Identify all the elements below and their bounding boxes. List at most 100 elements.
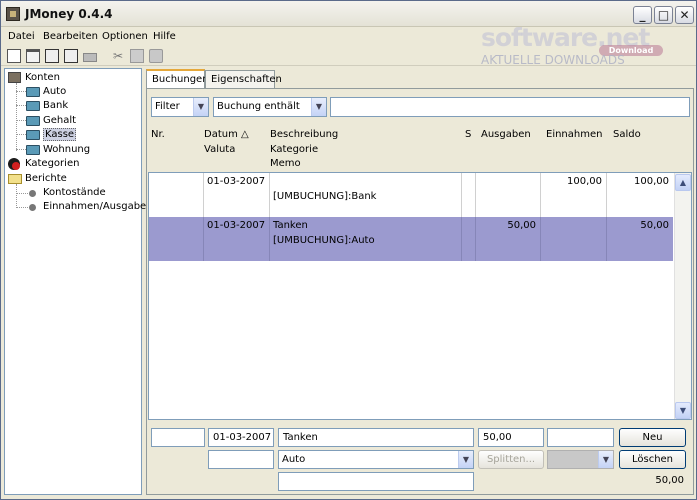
edit-nr-field[interactable]	[151, 428, 205, 447]
account-tree[interactable]: Konten Auto Bank Gehalt Kasse Wohnung Ka…	[4, 68, 153, 495]
column-label-valuta: Valuta	[204, 143, 236, 155]
account-icon	[26, 87, 40, 97]
cell-nr	[149, 217, 204, 261]
table-row[interactable]: 01-03-2007 [UMBUCHUNG]:Bank 100,00 100,0…	[149, 173, 673, 217]
cell-beschreibung: [UMBUCHUNG]:Bank	[270, 173, 462, 217]
copy-icon[interactable]	[130, 49, 144, 63]
cell-datum: 01-03-2007	[204, 173, 270, 217]
filter-search-input[interactable]	[330, 97, 690, 117]
account-balance: 50,00	[655, 475, 684, 486]
save-as-icon[interactable]	[64, 49, 78, 63]
new-button[interactable]: Neu	[619, 428, 686, 447]
column-label-ausgaben: Ausgaben	[481, 129, 531, 140]
column-header-nr[interactable]: Nr.	[151, 128, 165, 143]
tree-connector	[16, 184, 17, 208]
report-bullet-icon	[29, 204, 36, 211]
account-icon	[26, 101, 40, 111]
column-label-beschreibung: Beschreibung	[270, 129, 339, 140]
table-row-selected[interactable]: 01-03-2007 Tanken [UMBUCHUNG]:Auto 50,00…	[149, 217, 673, 261]
cell-beschreibung: Tanken [UMBUCHUNG]:Auto	[270, 217, 462, 261]
new-file-icon[interactable]	[7, 49, 21, 63]
print-icon[interactable]	[83, 53, 97, 62]
tree-connector	[16, 83, 17, 151]
column-header-beschreibung[interactable]: Beschreibung Kategorie Memo	[270, 128, 338, 172]
cut-icon[interactable]: ✂	[111, 49, 125, 63]
column-label-kategorie: Kategorie	[270, 143, 319, 155]
close-button[interactable]: ✕	[675, 6, 694, 24]
cell-s	[462, 217, 476, 261]
cell-ausgaben: 50,00	[476, 217, 541, 261]
tree-connector	[16, 105, 26, 106]
column-label-s: S	[465, 129, 472, 140]
tree-connector	[16, 134, 26, 135]
menu-bearbeiten[interactable]: Bearbeiten	[43, 31, 98, 42]
cell-einnahmen: 100,00	[541, 173, 607, 217]
edit-valuta-field[interactable]	[208, 450, 274, 469]
filter-field-select[interactable]: Buchung enthält ▼	[213, 97, 327, 117]
chevron-down-icon[interactable]: ▼	[598, 451, 613, 468]
transaction-table[interactable]: 01-03-2007 [UMBUCHUNG]:Bank 100,00 100,0…	[148, 172, 692, 420]
edit-einnahmen-field[interactable]	[547, 428, 614, 447]
cell-einnahmen	[541, 217, 607, 261]
cell-datum: 01-03-2007	[204, 217, 270, 261]
edit-kategorie-select[interactable]: Auto ▼	[278, 450, 474, 469]
tree-connector	[16, 120, 26, 121]
edit-datum-field[interactable]: 01-03-2007	[208, 428, 274, 447]
split-button[interactable]: Splitten...	[478, 450, 544, 469]
chevron-down-icon[interactable]: ▼	[193, 98, 208, 116]
chevron-down-icon[interactable]: ▼	[458, 451, 473, 468]
menu-hilfe[interactable]: Hilfe	[153, 31, 176, 42]
cell-nr	[149, 173, 204, 217]
cell-saldo: 100,00	[634, 176, 669, 187]
title-bar[interactable]: JMoney 0.4.4 _ □ ✕	[1, 1, 696, 27]
chevron-down-icon[interactable]: ▼	[311, 98, 326, 116]
vertical-scrollbar[interactable]: ▲ ▼	[674, 173, 691, 419]
menu-datei[interactable]: Datei	[8, 31, 35, 42]
toolbar: ✂	[1, 46, 696, 66]
accounts-folder-icon	[8, 72, 21, 83]
scroll-up-icon[interactable]: ▲	[675, 174, 691, 191]
menu-bar: Datei Bearbeiten Optionen Hilfe	[1, 28, 696, 46]
open-folder-icon	[8, 174, 22, 184]
edit-memo-field[interactable]	[278, 472, 474, 491]
column-label-nr: Nr.	[151, 129, 165, 140]
paste-icon[interactable]	[149, 49, 163, 63]
tab-buchungen[interactable]: Buchungen	[146, 69, 209, 89]
delete-button[interactable]: Löschen	[619, 450, 686, 469]
report-bullet-icon	[29, 190, 36, 197]
column-header-datum[interactable]: Datum △ Valuta	[204, 128, 249, 157]
filter-select-value: Filter	[155, 101, 180, 112]
tree-connector	[16, 149, 26, 150]
tab-eigenschaften[interactable]: Eigenschaften	[205, 70, 282, 88]
cell-s	[462, 173, 476, 217]
column-label-saldo: Saldo	[613, 129, 641, 140]
account-icon	[26, 130, 40, 140]
window-title: JMoney 0.4.4	[25, 7, 113, 21]
minimize-button[interactable]: _	[633, 6, 652, 24]
column-label-datum: Datum △	[204, 129, 249, 140]
column-header-einnahmen[interactable]: Einnahmen	[546, 128, 602, 143]
column-label-memo: Memo	[270, 158, 301, 169]
maximize-button[interactable]: □	[654, 6, 673, 24]
tree-connector	[16, 91, 26, 92]
cell-ausgaben	[476, 173, 541, 217]
edit-ausgaben-field[interactable]: 50,00	[478, 428, 544, 447]
tree-connector	[16, 207, 28, 208]
account-icon	[26, 145, 40, 155]
kategorie-select-value: Auto	[282, 454, 306, 465]
column-label-einnahmen: Einnahmen	[546, 129, 603, 140]
menu-optionen[interactable]: Optionen	[102, 31, 148, 42]
save-icon[interactable]	[45, 49, 59, 63]
categories-icon	[8, 158, 20, 170]
edit-beschreibung-field[interactable]: Tanken	[278, 428, 474, 447]
open-icon[interactable]	[26, 49, 40, 63]
column-header-ausgaben[interactable]: Ausgaben	[481, 128, 531, 143]
scroll-down-icon[interactable]: ▼	[675, 402, 691, 419]
column-header-saldo[interactable]: Saldo	[613, 128, 641, 143]
cell-saldo: 50,00	[640, 220, 669, 231]
tree-connector	[16, 193, 28, 194]
filter-field-value: Buchung enthält	[217, 101, 300, 112]
edit-status-select[interactable]: ▼	[547, 450, 614, 469]
filter-select[interactable]: Filter ▼	[151, 97, 209, 117]
column-header-s[interactable]: S	[465, 128, 471, 143]
